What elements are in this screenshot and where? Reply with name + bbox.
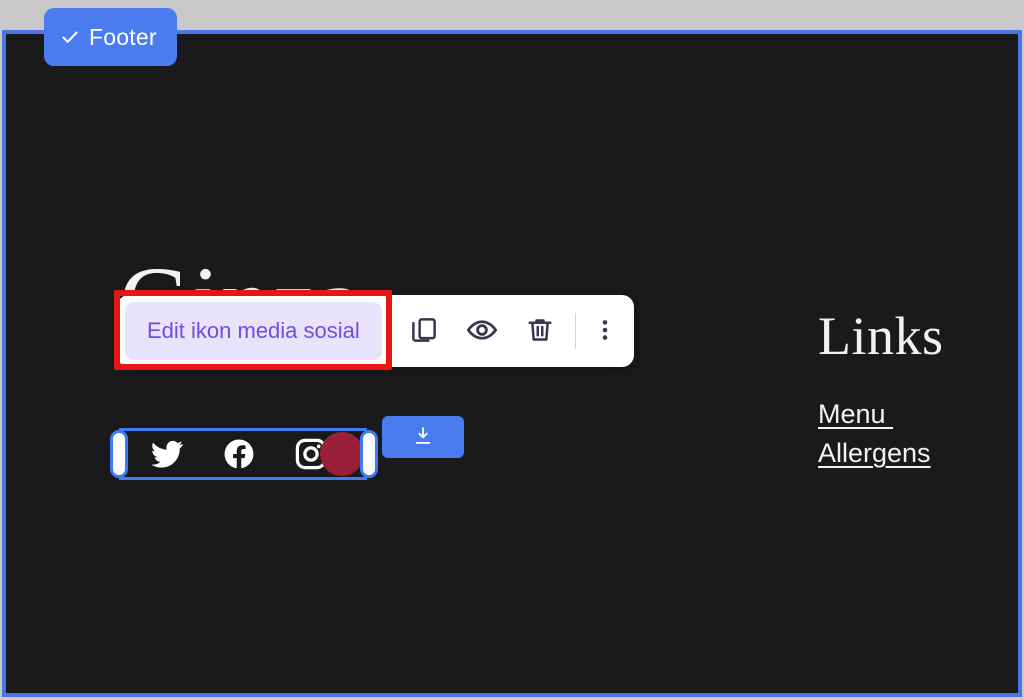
toolbar-divider-1 (387, 313, 389, 349)
social-icons-selection[interactable] (110, 428, 378, 480)
section-label-badge[interactable]: Footer (44, 8, 177, 66)
delete-button[interactable] (511, 302, 569, 360)
screenshot-root: Ginza Links Menu Allergens (0, 0, 1024, 699)
resize-handle-left[interactable] (110, 430, 128, 478)
twitter-icon[interactable] (150, 437, 184, 471)
download-icon (412, 425, 434, 450)
element-toolbar: Edit ikon media sosial (117, 295, 634, 367)
footer-link-menu[interactable]: Menu (818, 399, 893, 430)
eye-icon (466, 314, 498, 349)
decorative-red-circle (320, 432, 364, 476)
download-button[interactable] (382, 416, 464, 458)
edit-ikon-media-sosial-button[interactable]: Edit ikon media sosial (125, 302, 382, 360)
section-label-text: Footer (89, 23, 157, 50)
trash-icon (525, 315, 555, 348)
visibility-button[interactable] (453, 302, 511, 360)
more-options-button[interactable] (582, 302, 628, 360)
footer-link-allergens[interactable]: Allergens (818, 438, 931, 469)
facebook-icon[interactable] (222, 437, 256, 471)
links-list: Menu Allergens (818, 399, 944, 469)
more-vertical-icon (592, 317, 618, 346)
resize-handle-right[interactable] (360, 430, 378, 478)
duplicate-icon (409, 315, 439, 348)
duplicate-button[interactable] (395, 302, 453, 360)
toolbar-divider-2 (574, 313, 576, 349)
links-heading[interactable]: Links (818, 308, 944, 365)
links-column: Links Menu Allergens (818, 308, 944, 469)
check-icon (60, 27, 80, 47)
